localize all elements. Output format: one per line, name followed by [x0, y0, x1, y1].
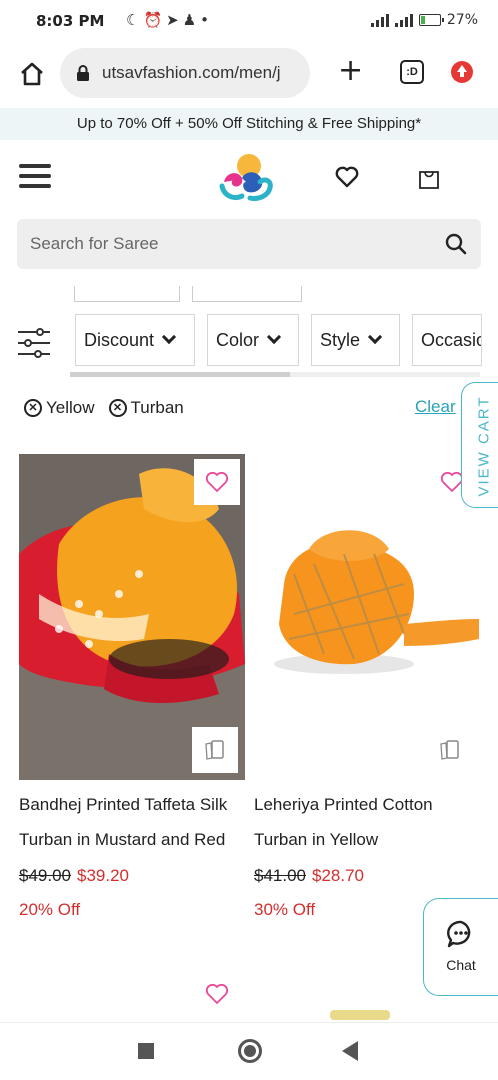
remove-filter-icon[interactable]: ✕ [24, 399, 42, 417]
hidden-chip[interactable] [192, 286, 302, 302]
filter-discount-label: Discount [84, 329, 155, 350]
chevron-down-icon [266, 329, 282, 345]
heart-icon [205, 471, 229, 492]
recent-apps-button[interactable] [138, 1043, 154, 1059]
signal-icon-2 [394, 13, 413, 27]
filter-color[interactable]: Color [207, 314, 299, 366]
search-icon[interactable] [445, 233, 467, 255]
sale-price: $28.70 [312, 866, 364, 885]
chevron-down-icon [367, 329, 383, 345]
product-name-line: Bandhej Printed Taffeta Silk [19, 795, 228, 814]
compare-icon [440, 740, 459, 760]
product-card[interactable]: Leheriya Printed Cotton Turban in Yellow… [254, 454, 482, 934]
url-text: utsavfashion.com/men/j [102, 63, 281, 82]
site-logo[interactable] [216, 152, 276, 206]
tab-switcher-button[interactable]: :D [400, 60, 424, 84]
wishlist-icon[interactable] [335, 166, 359, 188]
menu-icon[interactable] [19, 164, 51, 192]
product-price: $41.00 $28.70 [254, 866, 364, 886]
chat-bubble-icon [446, 919, 476, 949]
filter-occasion-label: Occasio [421, 329, 482, 350]
view-cart-tab[interactable]: VIEW CART [461, 382, 498, 508]
status-bar: 8:03 PM ☾⏰➤♟• 27% [0, 0, 498, 44]
chevron-down-icon [161, 329, 177, 345]
dot-icon: • [200, 11, 214, 29]
filter-scroll-thumb[interactable] [70, 372, 290, 377]
original-price: $49.00 [19, 866, 71, 885]
moon-icon: ☾ [126, 11, 144, 29]
product-price: $49.00 $39.20 [19, 866, 129, 886]
applied-filter-label: Yellow [46, 398, 95, 417]
original-price: $41.00 [254, 866, 306, 885]
search-box [17, 219, 481, 269]
product-card[interactable]: Bandhej Printed Taffeta Silk Turban in M… [19, 454, 247, 934]
applied-filters: ✕ Yellow ✕ Turban [24, 396, 184, 420]
filter-occasion[interactable]: Occasio [412, 314, 482, 366]
filter-style-label: Style [320, 329, 361, 350]
product-compare-button[interactable] [427, 727, 473, 773]
product-name-line: Turban in Yellow [254, 830, 379, 849]
status-right: 27% [370, 12, 478, 28]
filter-bar: Discount Color Style Occasio [0, 314, 498, 366]
hidden-chip[interactable] [74, 286, 180, 302]
battery-percent: 27% [446, 12, 478, 28]
filter-style[interactable]: Style [311, 314, 400, 366]
alarm-icon: ⏰ [143, 11, 167, 29]
back-button[interactable] [342, 1041, 358, 1061]
android-nav-bar [0, 1022, 498, 1080]
home-button[interactable] [238, 1039, 262, 1063]
telegram-icon: ➤ [166, 11, 183, 29]
battery-icon [418, 14, 444, 26]
promo-banner[interactable]: Up to 70% Off + 50% Off Stitching & Free… [0, 108, 498, 140]
product-name[interactable]: Leheriya Printed Cotton Turban in Yellow [254, 787, 494, 857]
heart-icon[interactable] [205, 983, 229, 1009]
product-name-line: Turban in Mustard and Red [19, 830, 226, 849]
compare-icon [205, 740, 224, 760]
product-compare-button[interactable] [192, 727, 238, 773]
discount-label: 20% Off [19, 900, 81, 919]
new-tab-button[interactable]: + [338, 56, 363, 86]
site-header [0, 140, 498, 216]
product-name-line: Leheriya Printed Cotton [254, 795, 433, 814]
battery-fill [420, 16, 426, 24]
chat-label: Chat [446, 957, 476, 973]
applied-filter-yellow[interactable]: ✕ Yellow [24, 398, 95, 418]
signal-icon [370, 13, 389, 27]
update-icon[interactable] [451, 61, 473, 83]
filter-color-label: Color [216, 329, 260, 350]
home-icon[interactable] [18, 60, 46, 88]
browser-toolbar: utsavfashion.com/men/j + :D [0, 44, 498, 106]
shopping-bag-icon[interactable] [418, 166, 440, 190]
product-name[interactable]: Bandhej Printed Taffeta Silk Turban in M… [19, 787, 259, 857]
view-cart-label: VIEW CART [475, 395, 493, 497]
product-wishlist-button[interactable] [194, 459, 240, 505]
status-time: 8:03 PM [36, 12, 105, 30]
sale-price: $39.20 [77, 866, 129, 885]
snapchat-icon: ♟ [182, 11, 201, 29]
filter-sliders-icon[interactable] [18, 328, 50, 358]
chat-widget[interactable]: Chat [423, 898, 498, 996]
remove-filter-icon[interactable]: ✕ [108, 399, 127, 417]
address-bar[interactable]: utsavfashion.com/men/j [60, 48, 310, 98]
filter-discount[interactable]: Discount [75, 314, 195, 366]
lock-icon [76, 65, 90, 81]
clear-filters-link[interactable]: Clear [415, 397, 456, 417]
notification-icons: ☾⏰➤♟• [126, 11, 213, 29]
next-product-image-peek[interactable] [330, 1010, 390, 1020]
discount-label: 30% Off [254, 900, 316, 919]
applied-filter-label: Turban [130, 398, 184, 417]
search-input[interactable] [17, 219, 417, 269]
filter-scrollbar[interactable] [70, 372, 480, 377]
applied-filter-turban[interactable]: ✕ Turban [108, 398, 184, 418]
